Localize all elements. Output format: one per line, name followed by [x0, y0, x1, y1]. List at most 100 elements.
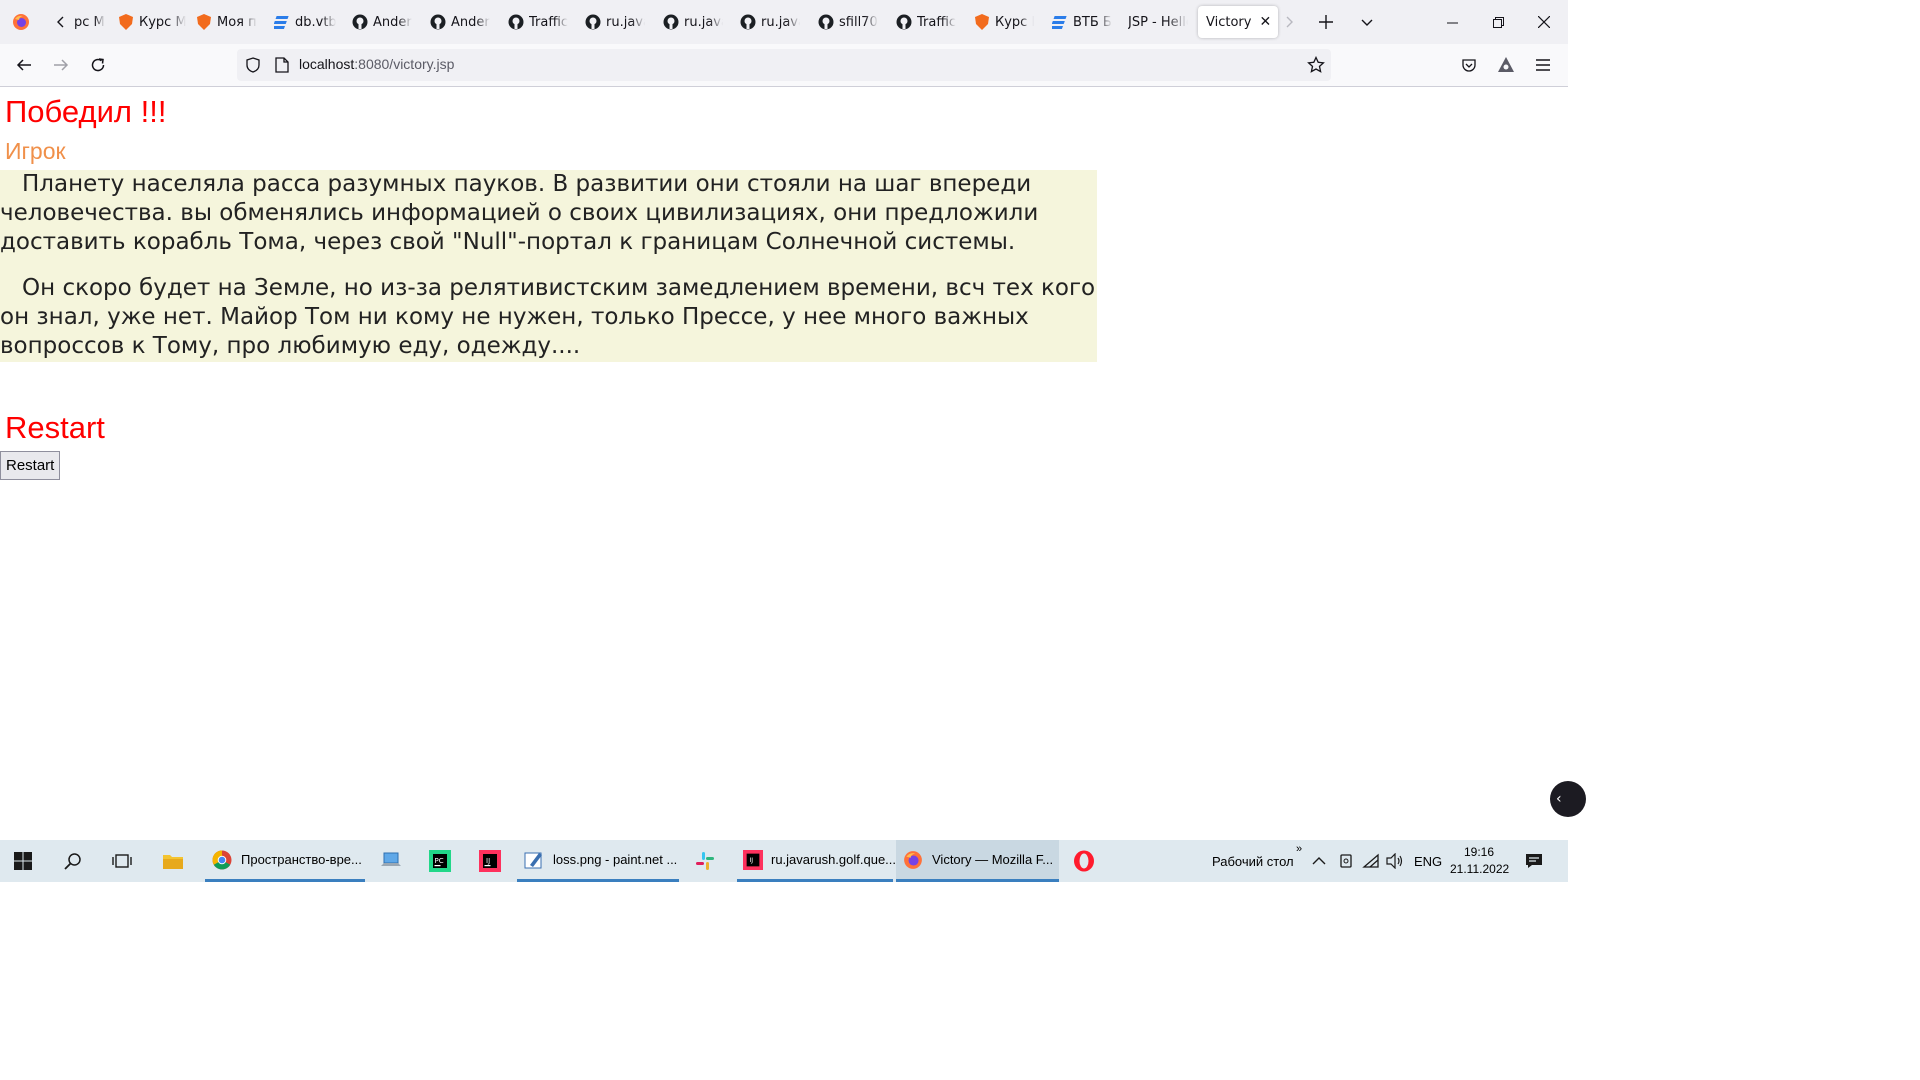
tab-14[interactable]: JSP - Hello	[1128, 6, 1188, 38]
taskbar-pycharm[interactable]: PC	[417, 840, 463, 882]
tab-2[interactable]: Моя п	[196, 6, 258, 38]
firefox-menu-button[interactable]	[0, 0, 42, 44]
tab-6[interactable]: Traffic	[508, 6, 568, 38]
input-language-indicator[interactable]: ENG	[1414, 840, 1442, 882]
shield-icon[interactable]	[245, 57, 261, 77]
tab-9[interactable]: ru.java	[740, 6, 800, 38]
scroll-tabs-right-button[interactable]	[1276, 0, 1302, 44]
speaker-icon	[1386, 853, 1403, 869]
story-paragraph: Планету населяла расса разумных пауков. …	[0, 171, 1039, 255]
reload-icon	[91, 58, 105, 72]
svg-text:IJ: IJ	[749, 856, 753, 863]
intellij-icon: IJ	[479, 850, 501, 872]
tab-5[interactable]: Ander	[430, 6, 490, 38]
search-icon	[64, 853, 81, 870]
account-icon	[1498, 57, 1514, 72]
notification-icon	[1526, 854, 1542, 868]
tab-3[interactable]: db.vtb	[274, 6, 336, 38]
tab-victory[interactable]: Victory ✕	[1198, 6, 1278, 38]
restart-heading: Restart	[5, 410, 105, 445]
url-text[interactable]: localhost:8080/victory.jsp	[299, 56, 454, 72]
side-panel-toggle[interactable]: ‹	[1550, 781, 1586, 817]
arrow-left-icon	[16, 59, 31, 71]
reload-button[interactable]	[82, 49, 114, 81]
task-view-button[interactable]	[99, 840, 145, 882]
scroll-tabs-left-button[interactable]	[46, 0, 76, 44]
tray-device-icon[interactable]	[1338, 840, 1354, 882]
taskbar-opera[interactable]	[1061, 840, 1107, 882]
minimize-button[interactable]	[1429, 0, 1475, 44]
tab-title: JSP - Hello	[1128, 14, 1188, 30]
tab-strip: рс М Курс М Моя п db.vtb Ander Ander Tra…	[0, 0, 1568, 44]
firefox-icon	[13, 14, 29, 30]
app-menu-button[interactable]	[1527, 49, 1559, 81]
tab-8[interactable]: ru.java	[663, 6, 723, 38]
tab-title: рс М	[74, 14, 105, 30]
desktop-toolbar-label[interactable]: Рабочий стол	[1212, 840, 1294, 882]
start-button[interactable]	[0, 840, 46, 882]
chevron-down-icon	[1361, 19, 1373, 26]
account-button[interactable]	[1490, 49, 1522, 81]
volume-button[interactable]	[1386, 840, 1404, 882]
tab-title: ru.java	[606, 14, 645, 30]
arrow-right-icon	[54, 59, 69, 71]
page-icon[interactable]	[275, 57, 289, 77]
pocket-button[interactable]	[1453, 49, 1485, 81]
tab-13[interactable]: ВТБ Б	[1052, 6, 1112, 38]
intellij-icon: IJ	[743, 849, 763, 871]
close-icon	[1538, 16, 1550, 28]
taskbar-app-intellij[interactable]: IJ ru.javarush.golf.que...	[737, 840, 896, 882]
tab-1[interactable]: Курс М	[118, 6, 186, 38]
github-icon	[352, 14, 368, 30]
double-chevron-icon[interactable]: »	[1296, 828, 1302, 870]
shield-icon	[118, 14, 134, 30]
tab-title: Курс М	[139, 14, 186, 30]
story-paragraph: Он скоро будет на Земле, но из-за реляти…	[0, 275, 1096, 359]
network-button[interactable]	[1362, 840, 1380, 882]
victory-heading: Победил !!!	[5, 94, 167, 129]
tab-12[interactable]: Курс М	[974, 6, 1034, 38]
taskbar-app-label: Пространство-вре...	[241, 852, 362, 867]
github-icon	[508, 14, 524, 30]
taskbar-app-chrome[interactable]: Пространство-вре...	[205, 840, 365, 882]
taskbar-app-paintnet[interactable]: loss.png - paint.net ...	[517, 840, 679, 882]
show-hidden-icons-button[interactable]	[1312, 840, 1326, 882]
search-button[interactable]	[50, 840, 96, 882]
chrome-icon	[211, 849, 233, 871]
stack-icon	[274, 14, 290, 30]
slack-icon	[696, 852, 714, 870]
github-icon	[818, 14, 834, 30]
plus-icon	[1319, 15, 1333, 29]
taskbar-pinned-device[interactable]	[368, 840, 414, 882]
svg-text:IJ: IJ	[486, 857, 490, 865]
tab-7[interactable]: ru.java	[585, 6, 645, 38]
close-window-button[interactable]	[1521, 0, 1567, 44]
laptop-icon	[381, 852, 401, 866]
file-explorer-button[interactable]	[150, 840, 196, 882]
clock-time: 19:16	[1463, 845, 1495, 859]
shield-icon	[196, 14, 212, 30]
tab-10[interactable]: sfill70	[818, 6, 878, 38]
taskbar-intellij[interactable]: IJ	[467, 840, 513, 882]
restart-button[interactable]: Restart	[0, 451, 61, 480]
star-icon[interactable]	[1307, 55, 1325, 78]
back-button[interactable]	[8, 49, 40, 81]
taskbar-app-firefox[interactable]: Victory — Mozilla F...	[896, 840, 1059, 882]
svg-text:PC: PC	[435, 857, 444, 865]
hamburger-icon	[1536, 59, 1550, 71]
tab-title: Traffic	[917, 14, 956, 30]
list-all-tabs-button[interactable]	[1352, 0, 1382, 44]
tab-0[interactable]: рс М	[74, 6, 114, 38]
tab-11[interactable]: Traffic	[896, 6, 956, 38]
restore-button[interactable]	[1475, 0, 1521, 44]
taskbar-slack[interactable]	[682, 840, 728, 882]
device-icon	[1340, 854, 1352, 868]
tab-title: Моя п	[217, 14, 257, 30]
url-bar[interactable]: localhost:8080/victory.jsp	[237, 49, 1331, 81]
clock[interactable]: 19:16 21.11.2022	[1450, 844, 1509, 878]
close-tab-icon[interactable]: ✕	[1259, 14, 1271, 30]
forward-button[interactable]	[45, 49, 77, 81]
new-tab-button[interactable]	[1310, 0, 1342, 44]
notifications-button[interactable]	[1525, 840, 1543, 882]
tab-4[interactable]: Ander	[352, 6, 412, 38]
